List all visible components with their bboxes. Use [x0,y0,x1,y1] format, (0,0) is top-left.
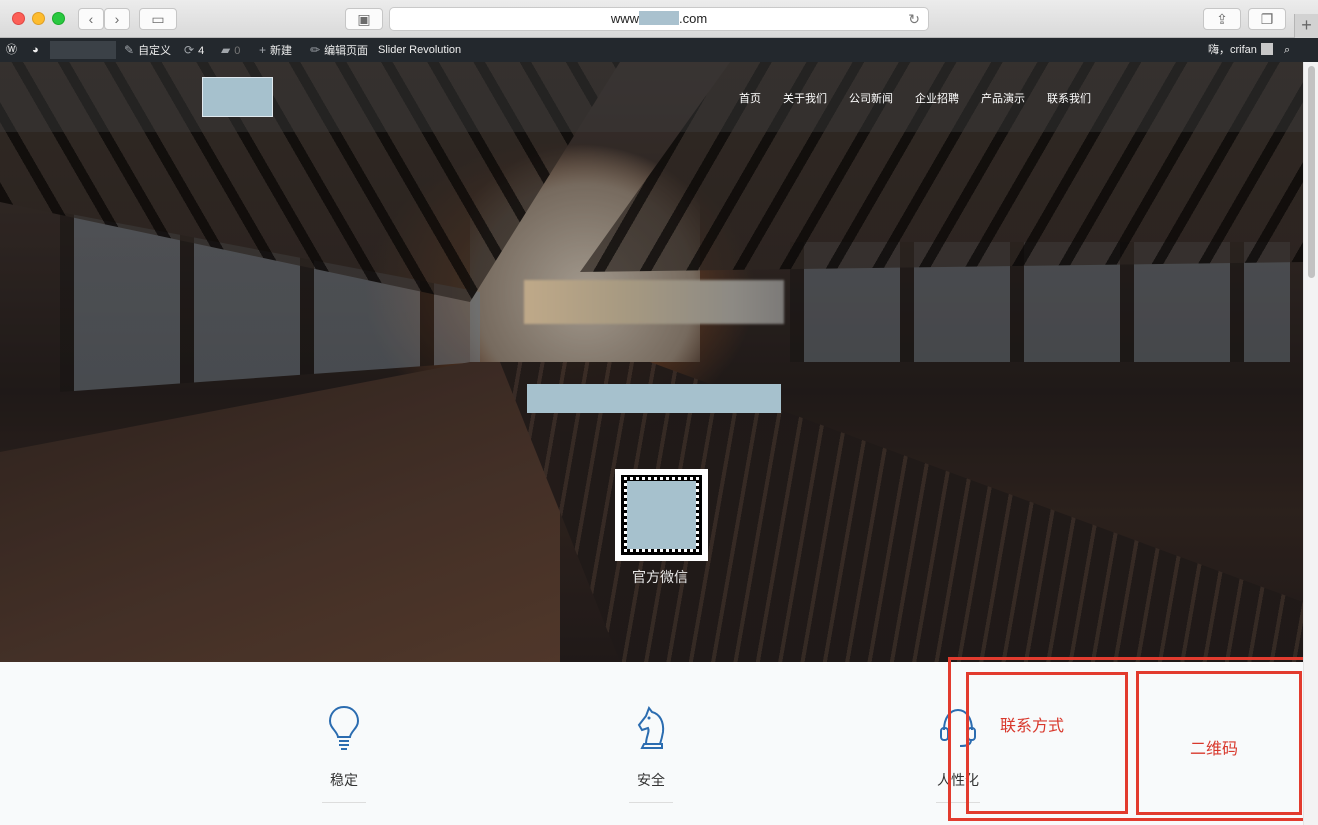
refresh-icon: ⟳ [184,43,195,57]
feature-divider [629,802,673,803]
search-icon[interactable]: ⌕ [1284,38,1290,62]
feature-secure: 安全 [601,704,701,803]
annotation-contact-box [966,672,1128,814]
pencil-icon: ✏ [310,43,321,57]
url-redaction [639,11,679,25]
new-tab-button[interactable]: + [1294,14,1318,38]
feature-label: 稳定 [330,772,358,788]
nav-item-contact[interactable]: 联系我们 [1047,90,1091,106]
nav-item-home[interactable]: 首页 [739,90,761,106]
lightbulb-icon [328,705,360,750]
customize-link[interactable]: ✎ 自定义 [124,38,171,62]
hero-section: 首页 关于我们 公司新闻 企业招聘 产品演示 联系我们 官方微信 [0,62,1303,662]
site-name-redaction[interactable] [50,41,116,59]
share-button[interactable]: ⇪ [1203,8,1241,30]
updates-link[interactable]: ⟳ 4 [184,38,204,62]
sidebar-icon: ▭ [151,11,165,27]
qr-redaction [627,481,696,549]
nav-item-about[interactable]: 关于我们 [783,90,827,106]
forward-button[interactable]: › [104,8,130,30]
site-logo[interactable] [202,77,273,117]
annotation-contact-label: 联系方式 [1000,718,1065,735]
url-suffix: .com [679,11,708,26]
qr-pattern [621,475,702,555]
url-prefix: www [610,11,639,26]
browser-toolbar: ‹ › ▭ ▣ www .com ↻ ⇪ ❐ + [0,0,1318,38]
reload-icon[interactable]: ↻ [908,8,920,30]
feature-divider [322,802,366,803]
close-window-button[interactable] [12,12,25,25]
comment-icon: ▰ [221,43,231,57]
edit-page-link[interactable]: ✏ 编辑页面 [310,38,368,62]
dashboard-icon[interactable]: ◕ [32,38,39,62]
feature-label: 安全 [637,772,665,788]
qr-caption: 官方微信 [632,569,688,585]
new-content-link[interactable]: + 新建 [259,38,292,62]
annotation-qrcode-label: 二维码 [1190,741,1239,758]
hero-title-redaction [524,280,784,324]
avatar [1260,43,1273,55]
sidebar-toggle-button[interactable]: ▭ [139,8,177,30]
hero-subtitle-redaction [527,384,781,413]
address-bar[interactable]: www .com ↻ [389,7,929,31]
share-icon: ⇪ [1216,11,1228,27]
nav-item-jobs[interactable]: 企业招聘 [915,90,959,106]
page-scrollbar[interactable] [1303,62,1318,825]
brush-icon: ✎ [124,43,135,57]
tabs-icon: ❐ [1260,11,1274,27]
plus-icon: + [259,43,267,57]
tabs-overview-button[interactable]: ❐ [1248,8,1286,30]
wechat-qr-code [615,469,708,561]
main-nav: 首页 关于我们 公司新闻 企业招聘 产品演示 联系我们 [739,90,1091,106]
reader-icon: ▣ [357,11,371,27]
comments-link[interactable]: ▰ 0 [221,38,240,62]
wp-admin-bar: Ⓦ ◕ ✎ 自定义 ⟳ 4 ▰ 0 + 新建 ✏ 编辑页面 Slider Revoluti… [0,38,1318,62]
slider-revolution-link[interactable]: Slider Revolution [378,38,461,62]
feature-stable: 稳定 [294,704,394,803]
wordpress-logo-icon[interactable]: Ⓦ [6,38,17,62]
nav-item-demo[interactable]: 产品演示 [981,90,1025,106]
nav-item-news[interactable]: 公司新闻 [849,90,893,106]
minimize-window-button[interactable] [32,12,45,25]
account-menu[interactable]: 嗨，crifan [1208,38,1273,62]
back-button[interactable]: ‹ [78,8,104,30]
maximize-window-button[interactable] [52,12,65,25]
scrollbar-thumb[interactable] [1308,66,1315,278]
reader-button[interactable]: ▣ [345,8,383,30]
chess-knight-icon [637,705,665,749]
site-header: 首页 关于我们 公司新闻 企业招聘 产品演示 联系我们 [0,62,1303,132]
